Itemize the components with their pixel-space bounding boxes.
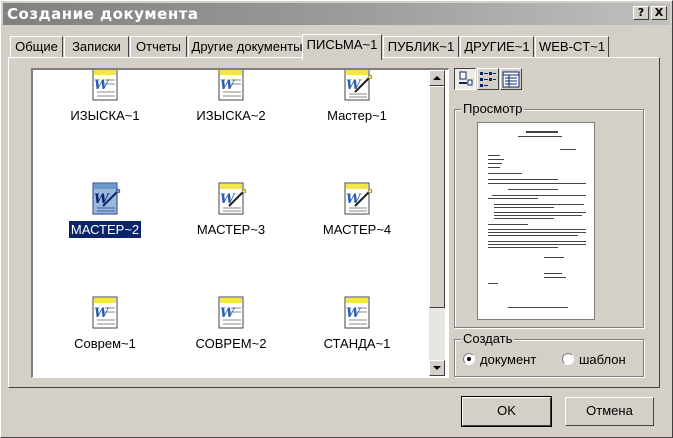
list-item[interactable]: W Соврем~1 (45, 296, 165, 376)
list-item[interactable]: W СТАНДА~1 (297, 296, 417, 376)
create-title: Создать (461, 331, 515, 346)
word-document-icon: W (92, 70, 118, 101)
list-item-label: Соврем~1 (74, 336, 136, 351)
word-wizard-icon: W (344, 70, 373, 101)
large-icons-view-button[interactable] (454, 68, 476, 90)
list-item[interactable]: W Мастер~1 (297, 70, 417, 148)
scroll-thumb[interactable] (429, 86, 445, 308)
svg-text:W: W (94, 78, 110, 93)
arrow-up-icon (433, 76, 441, 80)
tab-other-documents[interactable]: Другие документы (188, 36, 306, 58)
tab-other[interactable]: ДРУГИЕ~1 (460, 36, 534, 58)
large-icons-icon (459, 71, 473, 86)
svg-text:W: W (346, 78, 362, 93)
list-view-button[interactable] (477, 68, 499, 90)
svg-text:W: W (94, 306, 110, 321)
radio-template-indicator[interactable] (562, 353, 574, 365)
radio-template-label: шаблон (579, 352, 626, 367)
svg-text:W: W (346, 306, 362, 321)
scroll-up-button[interactable] (429, 70, 445, 86)
preview-image (477, 122, 595, 320)
tab-letters[interactable]: ПИСЬМА~1 (302, 34, 382, 60)
cancel-button[interactable]: Отмена (565, 397, 654, 426)
list-item[interactable]: W СОВРЕМ~2 (171, 296, 291, 376)
tab-memos[interactable]: Записки (64, 36, 129, 58)
svg-text:W: W (94, 192, 110, 207)
tab-general[interactable]: Общие (10, 36, 63, 58)
list-item[interactable]: W ИЗЫСКА~1 (45, 70, 165, 148)
close-button[interactable]: X (651, 6, 667, 20)
window-title: Создание документа (7, 5, 199, 23)
word-document-icon: W (218, 296, 244, 329)
preview-title: Просмотр (461, 101, 525, 116)
list-item-label: СОВРЕМ~2 (195, 336, 267, 351)
new-document-dialog: Создание документа ? X Общие Записки Отч… (0, 0, 673, 438)
template-items: W ИЗЫСКА~1 W ИЗЫСКА~2 W Мастер~1 W МАСТЕ… (33, 70, 428, 376)
create-group: Создать документ шаблон (454, 331, 644, 377)
tab-panel: W ИЗЫСКА~1 W ИЗЫСКА~2 W Мастер~1 W МАСТЕ… (8, 57, 660, 388)
tab-web[interactable]: WEB-CT~1 (535, 36, 609, 58)
word-wizard-icon: W (218, 182, 247, 215)
word-wizard-icon: W (92, 182, 121, 215)
list-item[interactable]: W МАСТЕР~4 (297, 182, 417, 262)
vertical-scrollbar[interactable] (429, 70, 445, 376)
list-item-label: СТАНДА~1 (323, 336, 391, 351)
template-list[interactable]: W ИЗЫСКА~1 W ИЗЫСКА~2 W Мастер~1 W МАСТЕ… (31, 68, 449, 378)
list-icon (480, 72, 496, 87)
list-item-label: ИЗЫСКА~2 (196, 108, 266, 123)
svg-text:W: W (220, 192, 236, 207)
details-view-button[interactable] (500, 68, 522, 90)
list-item[interactable]: W МАСТЕР~3 (171, 182, 291, 262)
list-item[interactable]: W МАСТЕР~2 (45, 182, 165, 262)
list-item-label: Мастер~1 (327, 108, 387, 123)
list-item-label: МАСТЕР~2 (67, 220, 143, 239)
svg-text:W: W (346, 192, 362, 207)
arrow-down-icon (433, 366, 441, 370)
preview-group: Просмотр (454, 101, 644, 328)
svg-text:W: W (220, 78, 236, 93)
word-document-icon: W (344, 296, 370, 329)
word-wizard-icon: W (344, 182, 373, 215)
help-button[interactable]: ? (633, 6, 649, 20)
title-bar[interactable]: Создание документа ? X (3, 3, 670, 25)
list-item-label: ИЗЫСКА~1 (70, 108, 140, 123)
ok-button[interactable]: OK (461, 396, 552, 427)
tab-publications[interactable]: ПУБЛИК~1 (383, 36, 459, 58)
word-document-icon: W (218, 70, 244, 101)
tab-reports[interactable]: Отчеты (130, 36, 187, 58)
list-item-label: МАСТЕР~4 (322, 222, 392, 237)
radio-document-indicator[interactable] (463, 353, 475, 365)
details-icon (502, 71, 520, 88)
svg-text:W: W (220, 306, 236, 321)
scroll-down-button[interactable] (429, 360, 445, 376)
list-item[interactable]: W ИЗЫСКА~2 (171, 70, 291, 148)
radio-document-label: документ (480, 352, 537, 367)
word-document-icon: W (92, 296, 118, 329)
list-item-label: МАСТЕР~3 (196, 222, 266, 237)
